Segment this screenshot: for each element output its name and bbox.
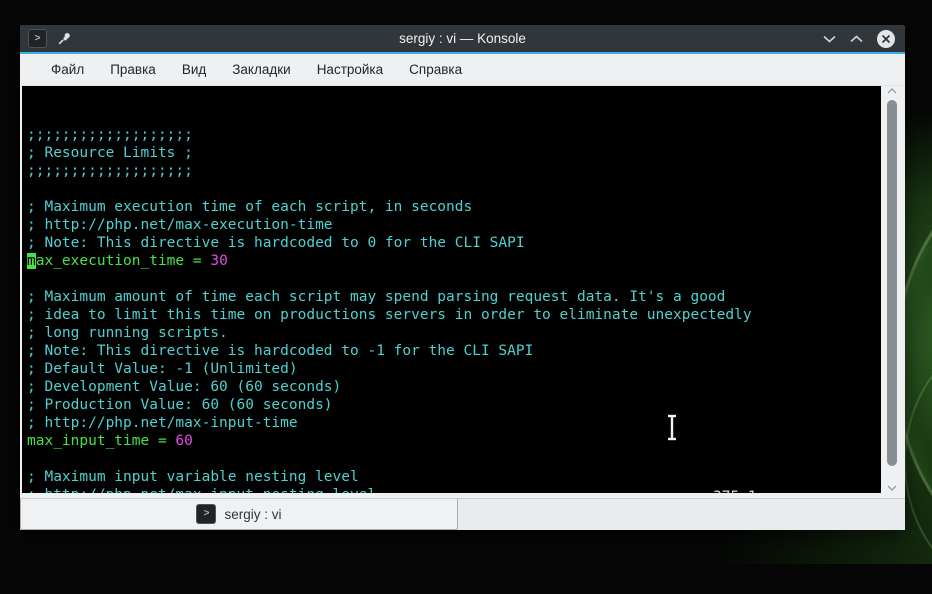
terminal-line: ; http://php.net/max-execution-time: [27, 216, 881, 234]
terminal-text-comment: ; Production Value: 60 (60 seconds): [27, 397, 333, 413]
terminal-text-directive: max_input_time =: [27, 433, 176, 449]
terminal-text-comment: ; idea to limit this time on productions…: [27, 307, 752, 323]
terminal-line: ; Maximum amount of time each script may…: [27, 288, 881, 306]
terminal-line: ;;;;;;;;;;;;;;;;;;;: [27, 162, 881, 180]
vi-status-line: 375,1 19%: [22, 470, 881, 493]
scrollbar-up-icon[interactable]: [881, 88, 903, 94]
menu-item-2[interactable]: Вид: [169, 62, 219, 77]
terminal-text-cursor: m: [27, 253, 36, 269]
terminal-line: ; http://php.net/max-input-time: [27, 414, 881, 432]
terminal-text-comment: ;;;;;;;;;;;;;;;;;;;: [27, 127, 193, 143]
terminal-text-comment: ; Note: This directive is hardcoded to -…: [27, 343, 534, 359]
terminal-line: ; Maximum execution time of each script,…: [27, 198, 881, 216]
maximize-button[interactable]: [850, 34, 863, 43]
terminal-line: max_input_time = 60: [27, 432, 881, 450]
titlebar[interactable]: > sergiy : vi — Konsole: [20, 25, 905, 52]
scrollbar-down-icon[interactable]: [881, 485, 903, 491]
terminal-line: ; idea to limit this time on productions…: [27, 306, 881, 324]
menu-item-4[interactable]: Настройка: [304, 62, 396, 77]
tabbar: > sergiy : vi: [20, 498, 905, 530]
vi-ruler-position: 375,1: [713, 488, 757, 493]
terminal-line: ;;;;;;;;;;;;;;;;;;;: [27, 126, 881, 144]
close-button[interactable]: [877, 29, 895, 48]
terminal-line: ; Production Value: 60 (60 seconds): [27, 396, 881, 414]
terminal-line: ; Development Value: 60 (60 seconds): [27, 378, 881, 396]
terminal-text-comment: ; Resource Limits ;: [27, 145, 193, 161]
tab-sergiy-vi[interactable]: > sergiy : vi: [20, 499, 458, 530]
menu-item-3[interactable]: Закладки: [219, 62, 303, 77]
terminal-text-comment: ; long running scripts.: [27, 325, 228, 341]
tab-label: sergiy : vi: [224, 506, 282, 522]
scrollbar[interactable]: [881, 86, 903, 493]
minimize-button[interactable]: [823, 35, 836, 43]
window-title: sergiy : vi — Konsole: [399, 31, 526, 46]
terminal-line: max_execution_time = 30: [27, 252, 881, 270]
terminal-text-number: 30: [210, 253, 228, 269]
terminal-text-directive: ax_execution_time =: [35, 253, 211, 269]
terminal-text-comment: ; Default Value: -1 (Unlimited): [27, 361, 298, 377]
terminal-text-comment: ; http://php.net/max-input-time: [27, 415, 298, 431]
terminal-view[interactable]: ;;;;;;;;;;;;;;;;;;; ; Resource Limits ;;;…: [22, 86, 881, 493]
menubar: Файл Правка Вид Закладки Настройка Справка: [20, 54, 905, 86]
konsole-app-icon: >: [28, 29, 47, 48]
scrollbar-thumb[interactable]: [887, 100, 897, 466]
terminal-line: ; Note: This directive is hardcoded to -…: [27, 342, 881, 360]
terminal-line: ; long running scripts.: [27, 324, 881, 342]
terminal-text-comment: ; Development Value: 60 (60 seconds): [27, 379, 342, 395]
terminal-text-comment: ;;;;;;;;;;;;;;;;;;;: [27, 163, 193, 179]
terminal-text-comment: ; Maximum amount of time each script may…: [27, 289, 726, 305]
konsole-icon-glyph: >: [34, 32, 41, 44]
tabbar-empty-area[interactable]: [458, 499, 905, 530]
terminal-line: ; Note: This directive is hardcoded to 0…: [27, 234, 881, 252]
konsole-window: > sergiy : vi — Konsole Файл Правка Вид …: [20, 25, 905, 530]
menu-item-0[interactable]: Файл: [38, 62, 97, 77]
menu-item-1[interactable]: Правка: [97, 62, 169, 77]
terminal-text-number: 60: [175, 433, 193, 449]
konsole-icon-glyph: >: [203, 508, 210, 519]
pin-icon[interactable]: [57, 31, 72, 46]
terminal-text-comment: ; Maximum execution time of each script,…: [27, 199, 473, 215]
terminal-line: ; Resource Limits ;: [27, 144, 881, 162]
terminal-line: ; Default Value: -1 (Unlimited): [27, 360, 881, 378]
terminal-text-comment: ; Note: This directive is hardcoded to 0…: [27, 235, 525, 251]
menu-item-5[interactable]: Справка: [396, 62, 475, 77]
terminal-text-comment: ; http://php.net/max-execution-time: [27, 217, 333, 233]
konsole-tab-icon: >: [196, 504, 217, 524]
